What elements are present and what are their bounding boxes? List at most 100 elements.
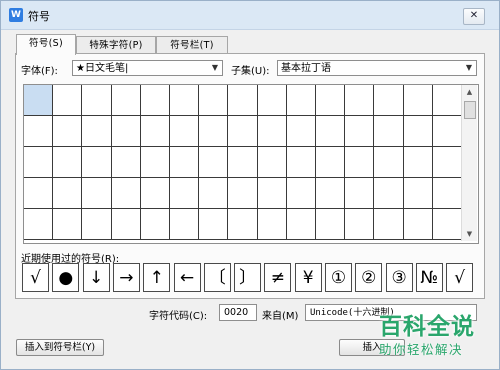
symbol-cell[interactable]	[257, 209, 287, 240]
symbol-cell[interactable]	[82, 147, 112, 178]
symbol-cell[interactable]	[345, 209, 375, 240]
recent-symbol-cell[interactable]: √	[446, 263, 474, 292]
symbol-cell[interactable]	[199, 209, 229, 240]
symbol-cell[interactable]	[345, 147, 375, 178]
symbol-cell[interactable]	[111, 116, 141, 147]
symbol-cell[interactable]	[316, 85, 346, 116]
subset-select[interactable]: 基本拉丁语 ▼	[277, 60, 477, 76]
recent-symbol-cell[interactable]: ←	[173, 263, 201, 292]
symbol-cell[interactable]	[374, 209, 404, 240]
symbol-cell[interactable]	[82, 85, 112, 116]
symbol-cell[interactable]	[228, 116, 258, 147]
symbol-cell[interactable]	[140, 178, 170, 209]
symbol-cell[interactable]	[111, 178, 141, 209]
symbol-cell[interactable]	[345, 178, 375, 209]
symbol-cell[interactable]	[140, 209, 170, 240]
symbol-cell[interactable]	[432, 147, 462, 178]
symbol-cell[interactable]	[82, 178, 112, 209]
recent-symbol-cell[interactable]: ≠	[264, 263, 292, 292]
symbol-cell[interactable]	[170, 147, 200, 178]
recent-symbol-cell[interactable]: №	[415, 263, 443, 292]
recent-symbol-cell[interactable]: 〕	[234, 263, 262, 292]
symbol-cell[interactable]	[374, 85, 404, 116]
symbol-grid[interactable]	[23, 84, 479, 244]
symbol-cell[interactable]	[345, 85, 375, 116]
symbol-cell[interactable]	[374, 178, 404, 209]
symbol-cell[interactable]	[228, 85, 258, 116]
symbol-cell[interactable]	[24, 147, 54, 178]
symbol-cell[interactable]	[53, 209, 83, 240]
symbol-cell[interactable]	[286, 147, 316, 178]
recent-symbol-cell[interactable]: √	[22, 263, 49, 292]
symbol-cell[interactable]	[432, 209, 462, 240]
symbol-cell[interactable]	[199, 178, 229, 209]
symbol-cell[interactable]	[140, 147, 170, 178]
symbol-cell[interactable]	[403, 209, 433, 240]
scroll-down-icon[interactable]: ▼	[464, 229, 475, 239]
recent-symbol-cell[interactable]: ①	[325, 263, 352, 292]
recent-symbol-cell[interactable]: ③	[385, 263, 413, 292]
symbol-cell[interactable]	[432, 116, 462, 147]
symbol-cell[interactable]	[199, 147, 229, 178]
tab-special-characters[interactable]: 特殊字符(P)	[76, 36, 156, 54]
recent-symbol-cell[interactable]: ②	[355, 263, 383, 292]
recent-symbol-cell[interactable]: ●	[52, 263, 80, 292]
recent-symbol-cell[interactable]: 〔	[203, 263, 231, 292]
symbol-cell[interactable]	[53, 147, 83, 178]
symbol-cell[interactable]	[111, 85, 141, 116]
symbol-cell[interactable]	[24, 178, 54, 209]
symbol-cell[interactable]	[53, 116, 83, 147]
symbol-cell[interactable]	[82, 116, 112, 147]
symbol-cell[interactable]	[286, 116, 316, 147]
symbol-cell[interactable]	[286, 209, 316, 240]
symbol-cell[interactable]	[374, 116, 404, 147]
grid-scrollbar[interactable]: ▲ ▼	[461, 85, 477, 241]
scroll-up-icon[interactable]: ▲	[464, 87, 475, 97]
symbol-cell[interactable]	[140, 85, 170, 116]
symbol-cell[interactable]	[432, 178, 462, 209]
recent-symbol-cell[interactable]: →	[112, 263, 140, 292]
symbol-cell[interactable]	[403, 147, 433, 178]
symbol-cell[interactable]	[286, 178, 316, 209]
symbol-cell[interactable]	[170, 178, 200, 209]
symbol-cell[interactable]	[432, 85, 462, 116]
symbol-cell[interactable]	[170, 209, 200, 240]
symbol-cell[interactable]	[403, 116, 433, 147]
symbol-cell[interactable]	[140, 116, 170, 147]
symbol-cell[interactable]	[199, 85, 229, 116]
symbol-cell[interactable]	[228, 178, 258, 209]
symbol-cell[interactable]	[403, 85, 433, 116]
symbol-cell[interactable]	[257, 85, 287, 116]
symbol-cell[interactable]	[257, 178, 287, 209]
font-select[interactable]: ★日文毛笔| ▼	[72, 60, 223, 76]
symbol-cell[interactable]	[374, 147, 404, 178]
tab-symbol-bar[interactable]: 符号栏(T)	[156, 36, 228, 54]
symbol-cell[interactable]	[82, 209, 112, 240]
symbol-cell[interactable]	[228, 147, 258, 178]
scroll-thumb[interactable]	[464, 101, 476, 119]
symbol-cell[interactable]	[170, 85, 200, 116]
symbol-cell[interactable]	[403, 178, 433, 209]
symbol-cell[interactable]	[170, 116, 200, 147]
tab-symbols[interactable]: 符号(S)	[16, 34, 76, 55]
symbol-cell[interactable]	[111, 147, 141, 178]
symbol-cell[interactable]	[199, 116, 229, 147]
recent-symbol-cell[interactable]: ↓	[82, 263, 110, 292]
symbol-cell[interactable]	[345, 116, 375, 147]
recent-symbol-cell[interactable]: ↑	[143, 263, 171, 292]
symbol-cell[interactable]	[257, 116, 287, 147]
char-code-input[interactable]: 0020	[219, 304, 257, 321]
close-button[interactable]: ✕	[463, 8, 485, 25]
symbol-cell[interactable]	[257, 147, 287, 178]
symbol-cell[interactable]	[24, 209, 54, 240]
symbol-cell[interactable]	[316, 178, 346, 209]
insert-to-symbol-bar-button[interactable]: 插入到符号栏(Y)	[16, 339, 104, 356]
symbol-cell[interactable]	[53, 85, 83, 116]
symbol-cell[interactable]	[286, 85, 316, 116]
symbol-cell[interactable]	[111, 209, 141, 240]
symbol-cell-selected[interactable]	[24, 85, 54, 116]
recent-symbol-cell[interactable]: ¥	[294, 263, 322, 292]
symbol-cell[interactable]	[316, 147, 346, 178]
symbol-cell[interactable]	[24, 116, 54, 147]
symbol-cell[interactable]	[316, 116, 346, 147]
